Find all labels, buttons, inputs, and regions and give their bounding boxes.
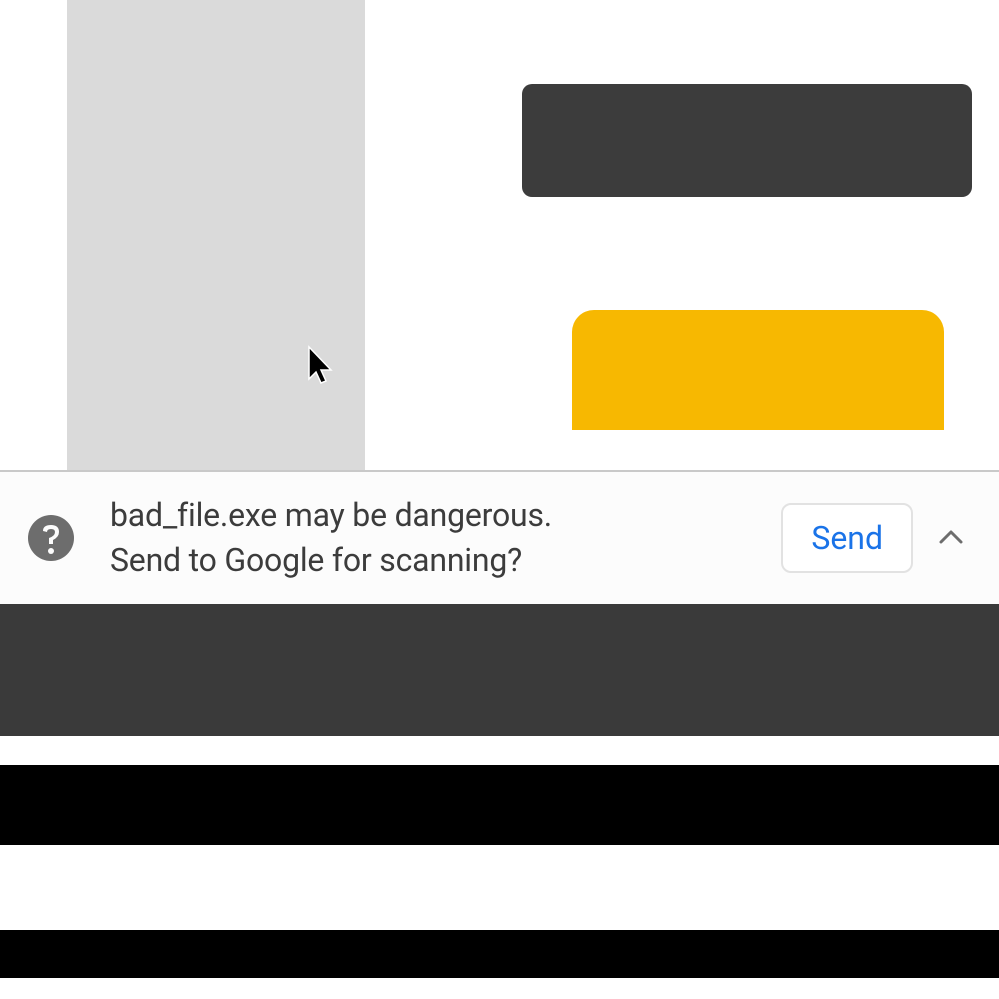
download-warning-bar: bad_file.exe may be dangerous. Send to G… [0, 470, 999, 604]
footer-dark-band [0, 604, 999, 736]
page-content-background [0, 0, 999, 472]
sidebar-placeholder [67, 0, 365, 470]
yellow-content-block [572, 310, 944, 430]
footer-black-band-1 [0, 765, 999, 845]
dark-content-block [522, 84, 972, 197]
warning-line-2: Send to Google for scanning? [110, 541, 522, 579]
download-warning-message: bad_file.exe may be dangerous. Send to G… [110, 493, 761, 583]
question-mark-icon [28, 515, 74, 561]
chevron-up-icon[interactable] [937, 524, 965, 552]
send-button[interactable]: Send [781, 503, 913, 573]
footer-black-band-2 [0, 930, 999, 978]
warning-line-1: bad_file.exe may be dangerous. [110, 496, 552, 534]
